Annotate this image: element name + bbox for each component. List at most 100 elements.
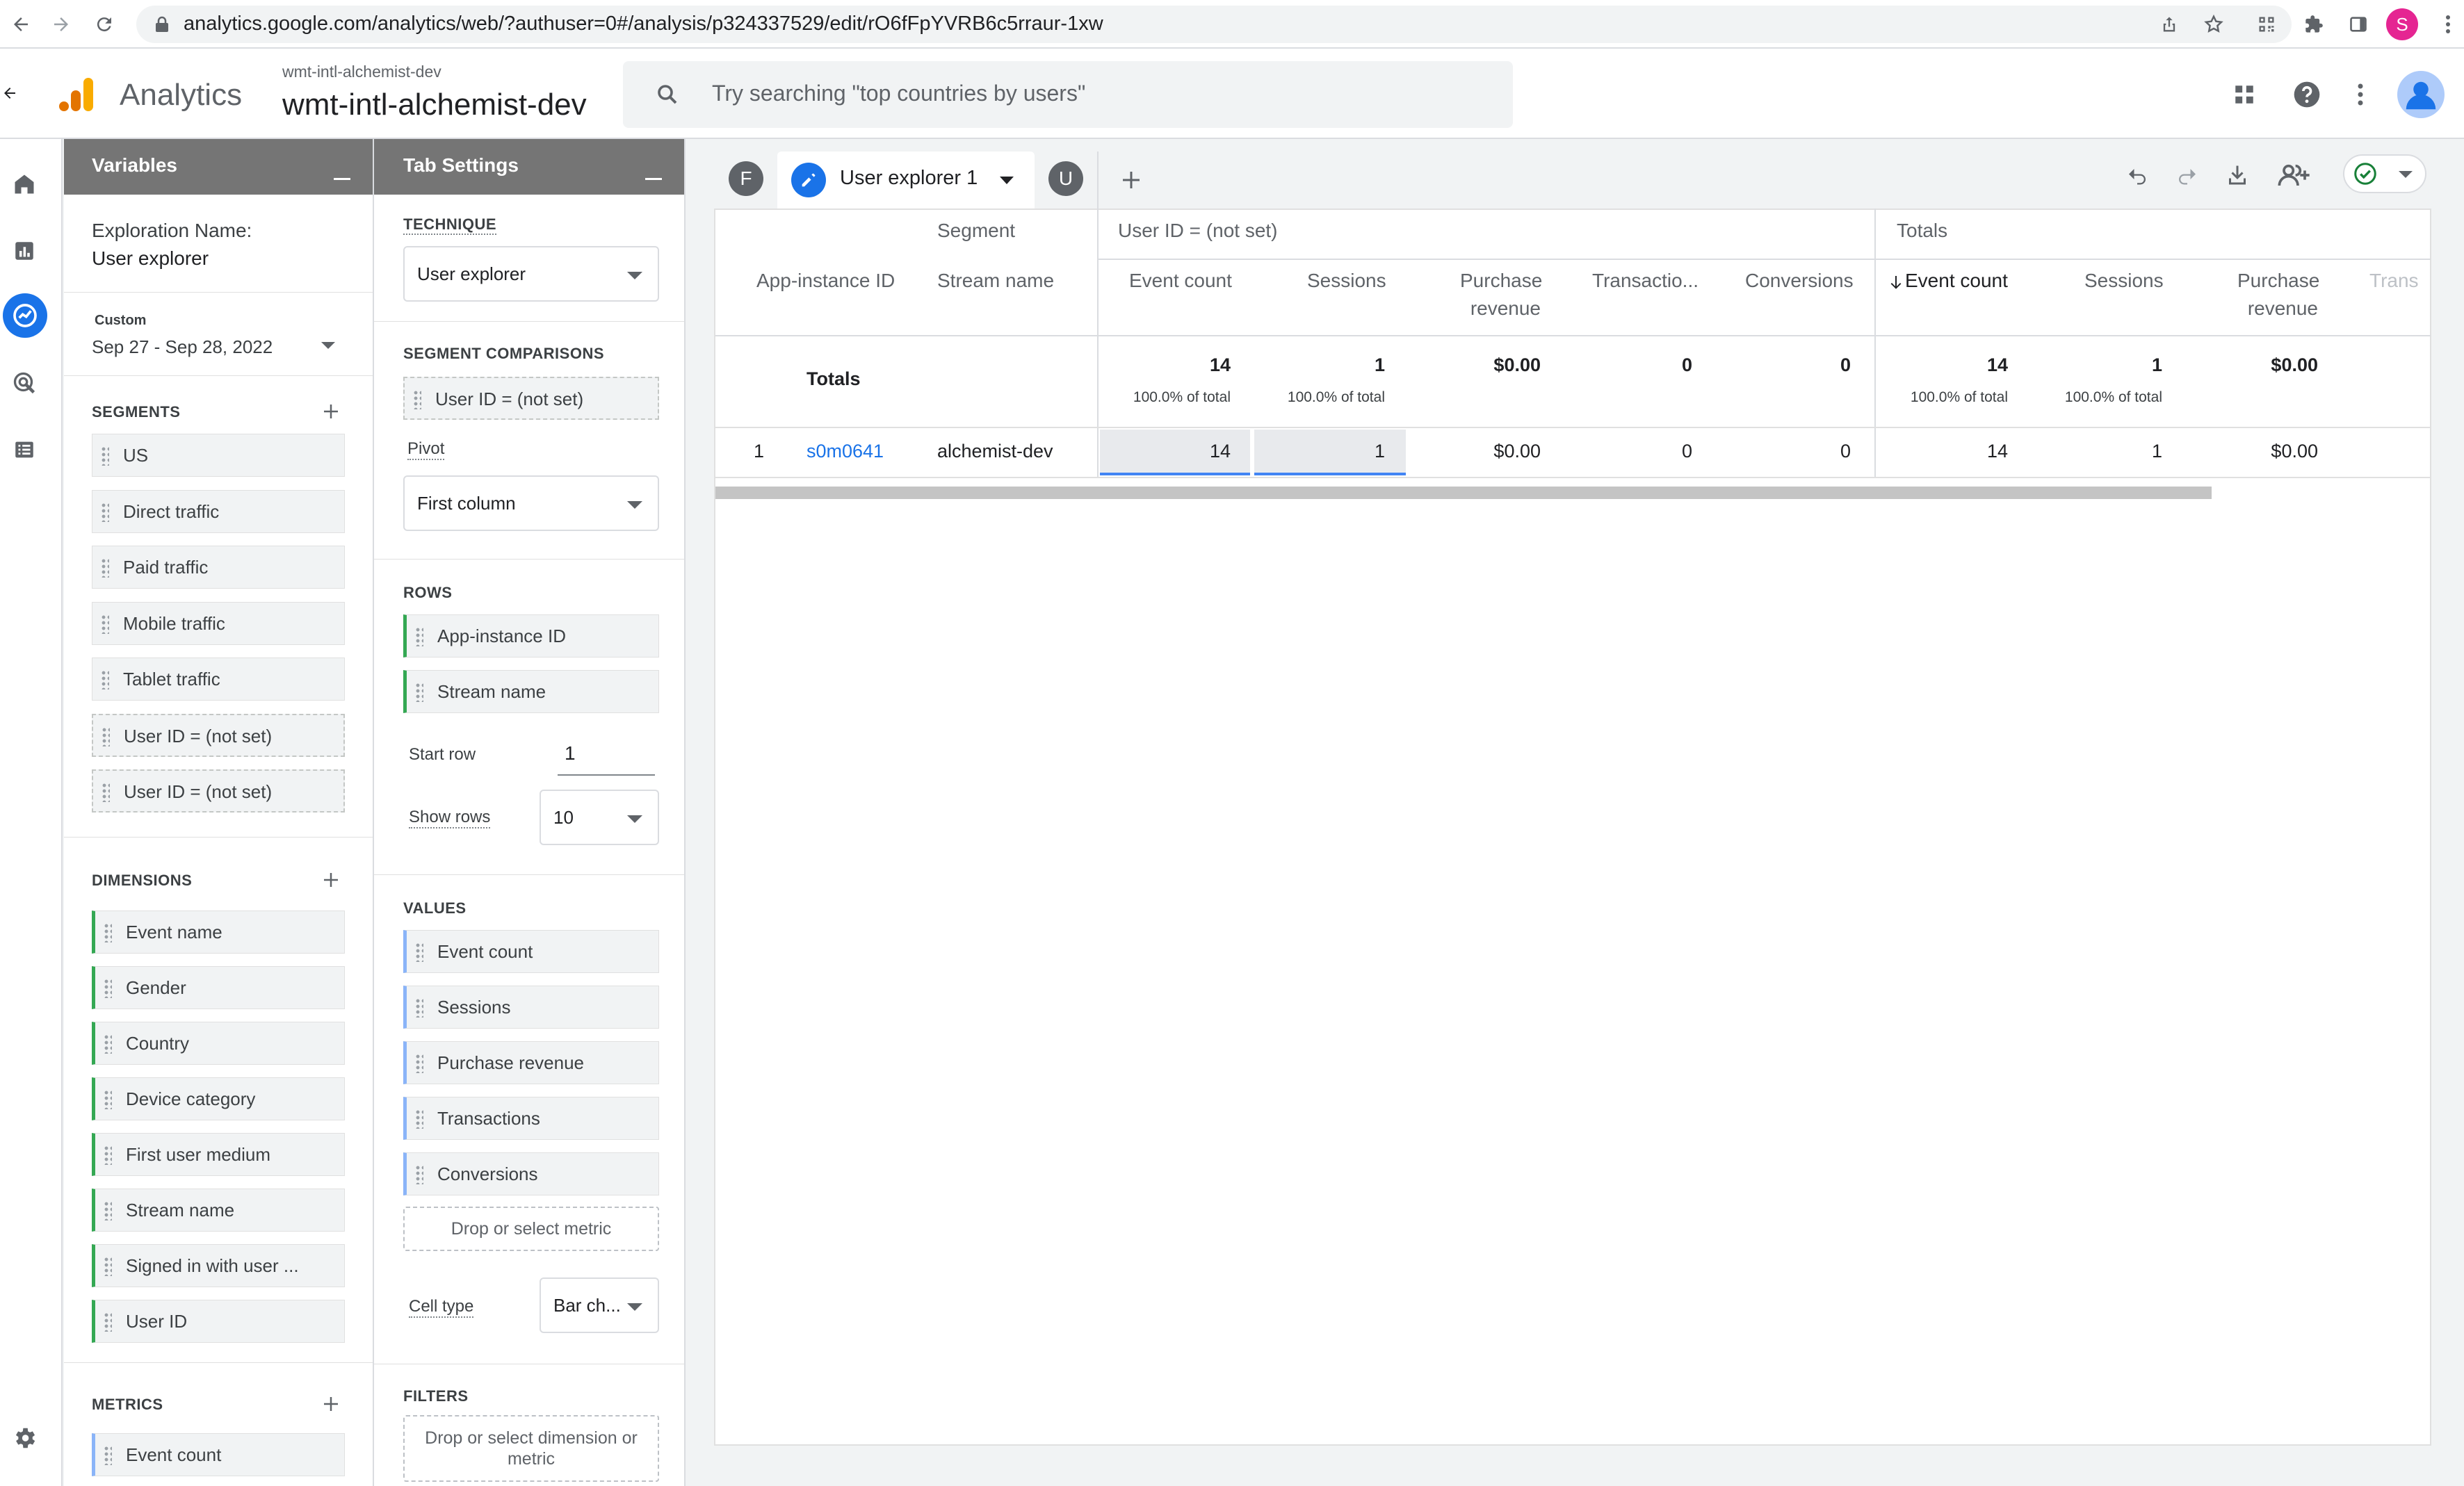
drag-handle-icon[interactable]: [104, 1312, 112, 1332]
column-header-sessions[interactable]: Sessions: [1307, 270, 1386, 292]
add-segment-icon[interactable]: [317, 398, 345, 425]
profile-avatar[interactable]: S: [2386, 8, 2418, 40]
lock-icon[interactable]: [152, 14, 172, 35]
property-selector[interactable]: wmt-intl-alchemist-dev: [282, 88, 587, 122]
show-rows-select[interactable]: 10: [540, 790, 659, 845]
dimension-chip[interactable]: Signed in with user ...: [92, 1244, 345, 1287]
dimension-chip[interactable]: User ID: [92, 1300, 345, 1343]
exploration-name-value[interactable]: User explorer: [92, 247, 209, 270]
drag-handle-icon[interactable]: [415, 998, 423, 1018]
reload-icon[interactable]: [90, 10, 118, 38]
side-panel-icon[interactable]: [2344, 10, 2372, 38]
apps-grid-icon[interactable]: [2229, 79, 2260, 110]
start-row-input[interactable]: 1: [558, 734, 655, 776]
segment-chip[interactable]: User ID = (not set): [92, 769, 345, 813]
settings-gear-icon[interactable]: [10, 1423, 39, 1453]
cell-type-select[interactable]: Bar ch...: [540, 1277, 659, 1333]
forward-icon[interactable]: [47, 10, 75, 38]
minimize-tab-settings-icon[interactable]: [645, 178, 662, 180]
account-avatar-icon[interactable]: [2397, 71, 2445, 118]
dimension-chip[interactable]: Event name: [92, 911, 345, 954]
value-metric-chip[interactable]: Transactions: [403, 1097, 659, 1140]
user-explorer-tab-badge[interactable]: U: [1048, 161, 1083, 196]
drag-handle-icon[interactable]: [104, 979, 112, 998]
value-metric-chip[interactable]: Purchase revenue: [403, 1041, 659, 1084]
configure-list-icon[interactable]: [10, 435, 39, 464]
drag-handle-icon[interactable]: [101, 558, 109, 578]
segment-chip[interactable]: Direct traffic: [92, 489, 345, 533]
redo-icon[interactable]: [2172, 160, 2203, 190]
undo-icon[interactable]: [2122, 160, 2153, 190]
drag-handle-icon[interactable]: [415, 683, 423, 702]
segment-chip[interactable]: User ID = (not set): [92, 713, 345, 757]
dimension-chip[interactable]: Country: [92, 1022, 345, 1065]
drag-handle-icon[interactable]: [102, 726, 110, 746]
value-metric-chip[interactable]: Sessions: [403, 986, 659, 1029]
browser-menu-icon[interactable]: [2438, 10, 2458, 38]
drag-handle-icon[interactable]: [104, 923, 112, 942]
drag-handle-icon[interactable]: [101, 446, 109, 466]
drag-handle-icon[interactable]: [415, 627, 423, 646]
column-header-transactions[interactable]: Transactio...: [1592, 270, 1699, 292]
drag-handle-icon[interactable]: [104, 1145, 112, 1165]
column-header-stream-name[interactable]: Stream name: [937, 270, 1054, 292]
share-users-icon[interactable]: [2275, 158, 2314, 192]
column-header-total-sessions[interactable]: Sessions: [2084, 270, 2164, 292]
share-icon[interactable]: [2155, 10, 2183, 38]
drag-handle-icon[interactable]: [104, 1090, 112, 1109]
drag-handle-icon[interactable]: [415, 942, 423, 962]
segment-chip[interactable]: US: [92, 434, 345, 477]
advertising-icon[interactable]: [10, 368, 39, 398]
url-text[interactable]: analytics.google.com/analytics/web/?auth…: [184, 10, 1103, 38]
pivot-select[interactable]: First column: [403, 475, 659, 531]
column-header-total-purchase-revenue[interactable]: Purchase revenue: [2237, 267, 2319, 322]
tab-name[interactable]: User explorer 1: [840, 167, 978, 190]
extensions-icon[interactable]: [2300, 10, 2328, 38]
tab-user-explorer-1[interactable]: User explorer 1: [777, 152, 1035, 209]
column-header-conversions[interactable]: Conversions: [1745, 270, 1854, 292]
drag-handle-icon[interactable]: [101, 502, 109, 522]
column-header-total-event-count[interactable]: Event count: [1905, 270, 2008, 292]
segment-chip[interactable]: Mobile traffic: [92, 601, 345, 645]
dimension-chip[interactable]: Stream name: [92, 1189, 345, 1232]
sort-descending-arrow-icon[interactable]: [1888, 272, 1904, 293]
dimension-chip[interactable]: Gender: [92, 966, 345, 1009]
metric-chip[interactable]: Event count: [92, 1433, 345, 1476]
value-metric-chip[interactable]: Event count: [403, 930, 659, 973]
horizontal-scrollbar[interactable]: [715, 487, 2212, 499]
drag-handle-icon[interactable]: [101, 670, 109, 689]
segment-chip[interactable]: Tablet traffic: [92, 658, 345, 701]
technique-select[interactable]: User explorer: [403, 246, 659, 302]
drag-handle-icon[interactable]: [415, 1165, 423, 1184]
freeform-tab-badge[interactable]: F: [729, 161, 763, 196]
save-status-button[interactable]: [2343, 154, 2426, 193]
back-arrow-icon[interactable]: [0, 79, 19, 107]
row-dimension-chip[interactable]: Stream name: [403, 670, 659, 713]
more-vert-icon[interactable]: [2350, 78, 2371, 111]
segment-comparison-chip[interactable]: User ID = (not set): [403, 377, 659, 420]
qr-code-icon[interactable]: [2253, 10, 2280, 38]
value-metric-chip[interactable]: Conversions: [403, 1152, 659, 1195]
reports-icon[interactable]: [10, 236, 39, 266]
drag-handle-icon[interactable]: [415, 1054, 423, 1073]
drop-metric-zone[interactable]: Drop or select metric: [403, 1207, 659, 1251]
date-range[interactable]: Sep 27 - Sep 28, 2022: [92, 336, 273, 358]
app-instance-id-link[interactable]: s0m0641: [807, 441, 884, 462]
segment-chip[interactable]: Paid traffic: [92, 546, 345, 589]
drop-filter-zone[interactable]: Drop or select dimension or metric: [403, 1415, 659, 1482]
minimize-variables-icon[interactable]: [334, 178, 350, 180]
drag-handle-icon[interactable]: [415, 1109, 423, 1129]
back-icon[interactable]: [7, 10, 35, 38]
edit-pencil-icon[interactable]: [791, 163, 826, 197]
column-header-event-count[interactable]: Event count: [1129, 270, 1232, 292]
column-header-total-transactions[interactable]: Trans: [2369, 270, 2429, 292]
explore-icon[interactable]: [3, 293, 47, 338]
bookmark-star-icon[interactable]: [2200, 10, 2228, 38]
add-metric-icon[interactable]: [317, 1390, 345, 1418]
tab-dropdown-icon[interactable]: [1000, 177, 1014, 184]
drag-handle-icon[interactable]: [101, 614, 109, 634]
drag-handle-icon[interactable]: [104, 1257, 112, 1276]
account-name[interactable]: wmt-intl-alchemist-dev: [282, 63, 441, 81]
row-dimension-chip[interactable]: App-instance ID: [403, 614, 659, 658]
dimension-chip[interactable]: Device category: [92, 1077, 345, 1120]
